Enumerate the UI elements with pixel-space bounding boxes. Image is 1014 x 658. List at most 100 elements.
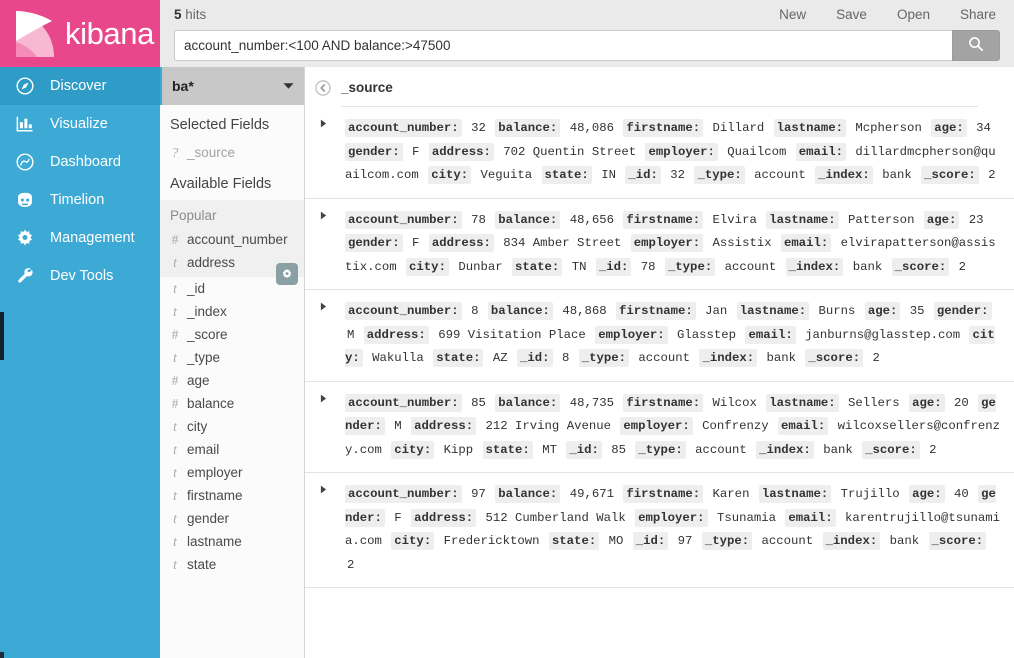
field-key: gender: [345, 234, 403, 252]
field-value: M [392, 419, 403, 433]
expand-row-caret-right-icon[interactable] [305, 382, 341, 473]
document-source-cell: account_number: 97 balance: 49,671 first… [341, 473, 1014, 587]
table-row: account_number: 32 balance: 48,086 first… [305, 107, 1014, 199]
timelion-icon [14, 189, 36, 211]
field-key: balance: [495, 394, 560, 412]
field-value: 78 [469, 213, 488, 227]
field-name: _id [187, 281, 205, 296]
field-type-icon: # [170, 396, 180, 412]
save-button[interactable]: Save [836, 7, 867, 22]
field-row-city[interactable]: tcity [160, 415, 304, 438]
field-key: lastname: [737, 302, 809, 320]
field-value: account [760, 534, 816, 548]
field-value: account [693, 443, 749, 457]
expand-row-caret-right-icon[interactable] [305, 107, 341, 198]
field-row-email[interactable]: temail [160, 438, 304, 461]
field-value: 97 [676, 534, 695, 548]
sidebar-item-visualize[interactable]: Visualize [0, 105, 160, 143]
field-row-firstname[interactable]: tfirstname [160, 484, 304, 507]
field-row-state[interactable]: tstate [160, 553, 304, 576]
index-pattern-selector[interactable]: ba* [160, 67, 304, 105]
field-key: state: [512, 258, 562, 276]
field-row-account_number[interactable]: # account_number [160, 228, 304, 251]
nav-scroll-indicator[interactable] [0, 312, 4, 360]
sidebar-item-timelion[interactable]: Timelion [0, 181, 160, 219]
field-row-_type[interactable]: t_type [160, 346, 304, 369]
field-key: employer: [595, 326, 667, 344]
field-value: Burns [817, 304, 858, 318]
open-button[interactable]: Open [897, 7, 930, 22]
field-name: city [187, 419, 207, 434]
field-value: account [752, 168, 808, 182]
field-key: _score: [862, 441, 920, 459]
field-key: _id: [633, 532, 669, 550]
field-key: _id: [517, 349, 553, 367]
sidebar-item-dashboard[interactable]: Dashboard [0, 143, 160, 181]
expand-row-caret-right-icon[interactable] [305, 199, 341, 290]
field-type-icon: t [170, 304, 180, 320]
field-value: 699 Visitation Place [436, 328, 588, 342]
table-row: account_number: 8 balance: 48,868 firstn… [305, 290, 1014, 382]
chevron-circle-left-icon[interactable] [305, 80, 341, 96]
caret-down-icon [283, 77, 294, 95]
field-value: bank [880, 168, 914, 182]
field-key: firstname: [623, 394, 703, 412]
field-row-age[interactable]: #age [160, 369, 304, 392]
search-submit-button[interactable] [952, 30, 1000, 61]
document-rows: account_number: 32 balance: 48,086 first… [305, 107, 1014, 658]
document-source-cell: account_number: 32 balance: 48,086 first… [341, 107, 1014, 198]
field-value: 8 [469, 304, 480, 318]
field-key: firstname: [623, 485, 703, 503]
sidebar-item-dev-tools[interactable]: Dev Tools [0, 257, 160, 295]
field-key: account_number: [345, 119, 462, 137]
field-row-balance[interactable]: #balance [160, 392, 304, 415]
field-settings-gear-icon[interactable] [276, 263, 298, 285]
new-button[interactable]: New [779, 7, 806, 22]
field-key: _score: [805, 349, 863, 367]
field-row-_score[interactable]: #_score [160, 323, 304, 346]
field-row-lastname[interactable]: tlastname [160, 530, 304, 553]
expand-row-caret-right-icon[interactable] [305, 473, 341, 587]
toolbar-row: 5 hits New Save Open Share [174, 0, 1000, 28]
field-value: 49,671 [568, 487, 616, 501]
field-value: Kipp [442, 443, 476, 457]
field-row-employer[interactable]: temployer [160, 461, 304, 484]
kibana-brand[interactable]: kibana [0, 0, 160, 67]
field-row-gender[interactable]: tgender [160, 507, 304, 530]
field-key: age: [924, 211, 960, 229]
field-name: _source [187, 145, 235, 160]
field-key: _id: [625, 166, 661, 184]
field-key: age: [931, 119, 967, 137]
field-row-source[interactable]: ? _source [160, 141, 304, 164]
field-value: 40 [952, 487, 971, 501]
sidebar-item-discover[interactable]: Discover [0, 67, 160, 105]
expand-row-caret-right-icon[interactable] [305, 290, 341, 381]
field-key: state: [549, 532, 599, 550]
field-value: 48,735 [568, 396, 616, 410]
field-key: email: [745, 326, 795, 344]
field-value: Assistix [711, 236, 774, 250]
field-key: balance: [488, 302, 553, 320]
field-row-_index[interactable]: t _index [160, 300, 304, 323]
field-name: _index [187, 304, 227, 319]
field-type-icon: t [170, 465, 180, 481]
field-value: 34 [974, 121, 993, 135]
field-type-icon: t [170, 557, 180, 573]
search-input[interactable] [174, 30, 952, 61]
field-name: email [187, 442, 219, 457]
field-type-icon: t [170, 511, 180, 527]
brand-name: kibana [65, 18, 154, 49]
nav-bottom-marker [0, 652, 4, 658]
share-button[interactable]: Share [960, 7, 996, 22]
field-key: _type: [635, 441, 685, 459]
field-value: Mcpherson [853, 121, 923, 135]
field-value: Tsunamia [715, 511, 778, 525]
sidebar-item-management[interactable]: Management [0, 219, 160, 257]
field-key: city: [406, 258, 449, 276]
document-source-cell: account_number: 8 balance: 48,868 firstn… [341, 290, 1014, 381]
global-nav-sidebar: kibana Discover Visualize [0, 0, 160, 658]
field-value: 834 Amber Street [501, 236, 623, 250]
field-name: firstname [187, 488, 243, 503]
field-key: employer: [620, 417, 692, 435]
field-type-icon: t [170, 419, 180, 435]
